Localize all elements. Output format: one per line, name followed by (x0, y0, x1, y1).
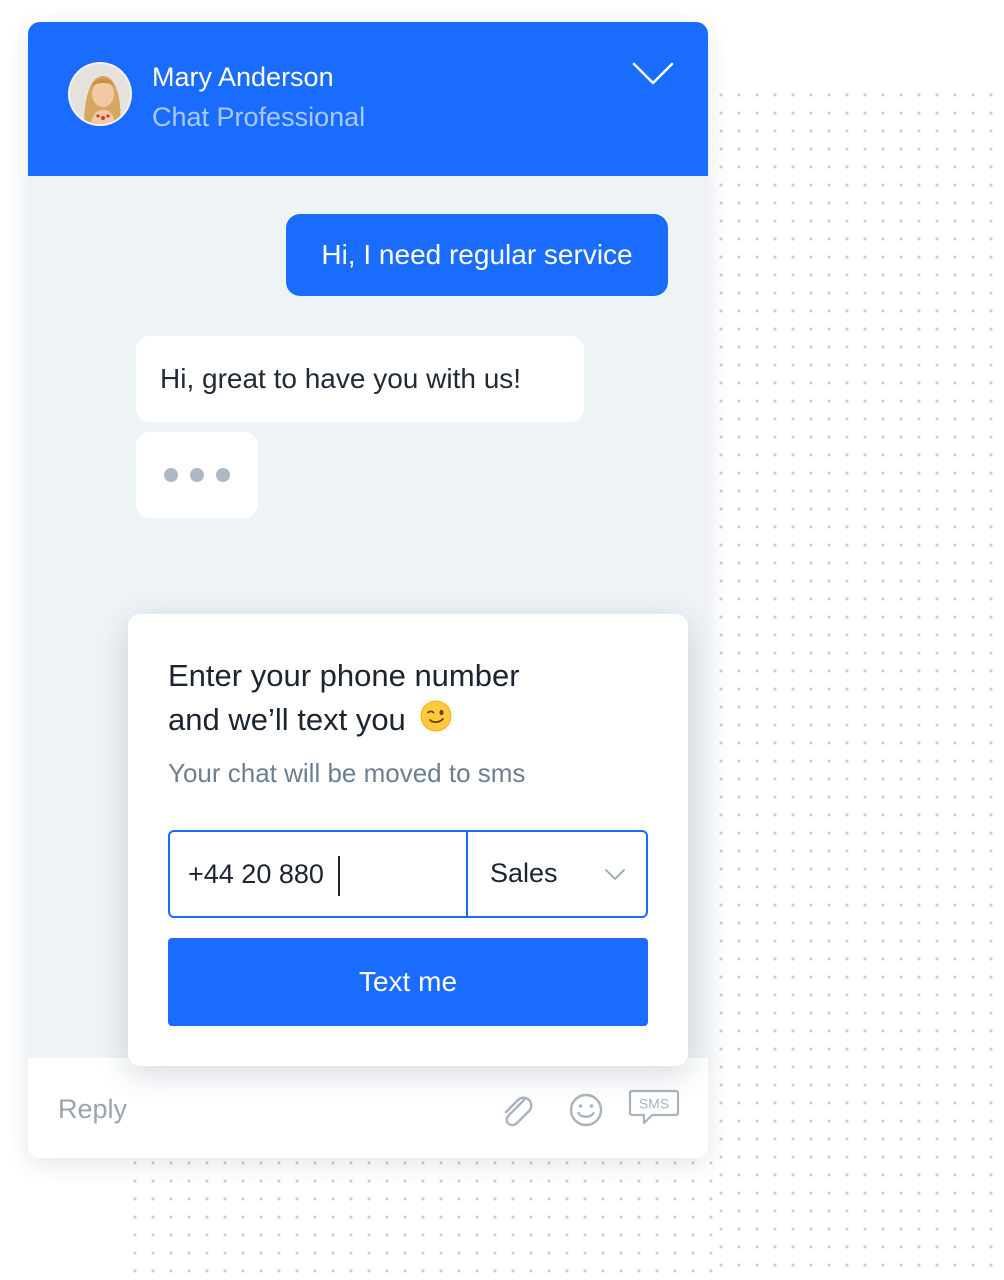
message-incoming: Hi, great to have you with us! (136, 336, 584, 422)
department-select-value: Sales (490, 858, 558, 888)
card-title-line1: Enter your phone number (168, 658, 520, 693)
department-select[interactable]: Sales (468, 832, 646, 916)
chat-header: Mary Anderson Chat Professional (28, 22, 708, 176)
reply-input[interactable]: Reply (58, 1094, 127, 1125)
sms-handoff-card: Enter your phone number and we’ll text y… (128, 614, 688, 1066)
wink-emoji-icon (420, 700, 452, 744)
card-title: Enter your phone number and we’ll text y… (168, 654, 648, 744)
avatar (68, 62, 132, 126)
avatar-portrait-icon (70, 64, 130, 124)
card-title-line2-text: and we’ll text you (168, 702, 406, 737)
text-me-button[interactable]: Text me (168, 938, 648, 1026)
sms-icon-label: SMS (639, 1096, 669, 1112)
sms-icon[interactable]: SMS (628, 1088, 680, 1135)
dot-pattern-decoration (708, 82, 1004, 1280)
typing-dot (216, 468, 230, 482)
typing-dot (164, 468, 178, 482)
agent-role: Chat Professional (152, 102, 366, 132)
text-caret (338, 856, 340, 896)
reply-bar: Reply SMS (28, 1058, 708, 1158)
card-title-line2: and we’ll text you (168, 698, 648, 744)
agent-name: Mary Anderson (152, 62, 334, 92)
phone-number-input[interactable] (170, 832, 468, 916)
chevron-down-icon (604, 868, 626, 887)
message-outgoing: Hi, I need regular service (286, 214, 668, 296)
smiley-icon[interactable] (566, 1090, 606, 1135)
dot-pattern-decoration (122, 1150, 722, 1280)
phone-input-group: Sales (168, 830, 648, 918)
collapse-chevron-icon[interactable] (628, 56, 678, 92)
typing-dot (190, 468, 204, 482)
typing-indicator (136, 432, 258, 518)
card-subtitle: Your chat will be moved to sms (168, 758, 526, 788)
paperclip-icon[interactable] (496, 1090, 536, 1135)
